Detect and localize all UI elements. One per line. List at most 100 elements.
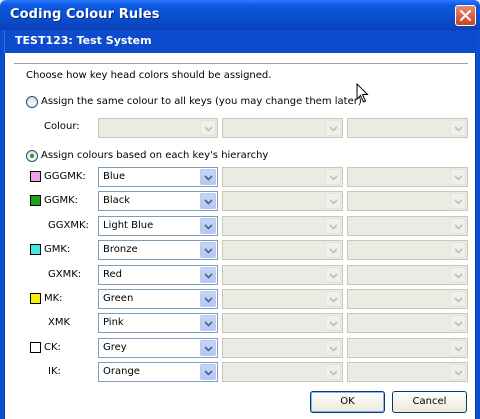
hierarchy-row-label: MK: <box>44 293 63 304</box>
dropdown-arrow[interactable] <box>325 340 341 356</box>
dropdown-arrow[interactable] <box>450 315 466 331</box>
chevron-down-icon <box>204 321 213 327</box>
dropdown-arrow[interactable] <box>325 242 341 258</box>
hierarchy-colour-select-disabled[interactable] <box>347 191 468 211</box>
colour-select-1[interactable] <box>98 118 218 138</box>
hierarchy-colour-select-disabled[interactable] <box>222 216 343 236</box>
hierarchy-colour-select[interactable]: Grey <box>98 338 218 358</box>
dropdown-arrow[interactable] <box>450 218 466 234</box>
radio-hierarchy-label[interactable]: Assign colours based on each key's hiera… <box>41 150 268 161</box>
hierarchy-colour-select-disabled[interactable] <box>222 167 343 187</box>
hierarchy-row-label: IK: <box>48 366 61 377</box>
hierarchy-colour-select-disabled[interactable] <box>347 167 468 187</box>
chevron-down-icon <box>204 175 213 181</box>
dropdown-arrow[interactable] <box>200 218 216 234</box>
colour-select-3[interactable] <box>347 118 468 138</box>
hierarchy-row-label: GGMK: <box>44 195 79 206</box>
colour-select-2[interactable] <box>222 118 343 138</box>
dropdown-arrow[interactable] <box>450 169 466 185</box>
chevron-down-icon <box>204 273 213 279</box>
selected-colour-value: Red <box>103 269 122 280</box>
selected-colour-value: Green <box>103 293 134 304</box>
hierarchy-colour-select-disabled[interactable] <box>222 362 343 382</box>
dropdown-arrow[interactable] <box>325 364 341 380</box>
dropdown-arrow[interactable] <box>200 120 216 136</box>
hierarchy-colour-select[interactable]: Pink <box>98 313 218 333</box>
colour-swatch <box>30 195 41 206</box>
hierarchy-colour-select-disabled[interactable] <box>347 289 468 309</box>
radio-same-colour-label[interactable]: Assign the same colour to all keys (you … <box>41 96 362 107</box>
dropdown-arrow[interactable] <box>450 193 466 209</box>
cancel-button[interactable]: Cancel <box>392 391 467 413</box>
dropdown-arrow[interactable] <box>325 120 341 136</box>
hierarchy-colour-select-disabled[interactable] <box>347 338 468 358</box>
chevron-down-icon <box>329 370 338 376</box>
dropdown-arrow[interactable] <box>200 315 216 331</box>
dropdown-arrow[interactable] <box>200 340 216 356</box>
hierarchy-colour-select-disabled[interactable] <box>347 216 468 236</box>
hierarchy-colour-select-disabled[interactable] <box>222 338 343 358</box>
hierarchy-colour-select-disabled[interactable] <box>222 191 343 211</box>
chevron-down-icon <box>454 273 463 279</box>
hierarchy-colour-select-disabled[interactable] <box>347 362 468 382</box>
chevron-down-icon <box>454 248 463 254</box>
hierarchy-row-label: GGGMK: <box>44 171 86 182</box>
chevron-down-icon <box>329 346 338 352</box>
dropdown-arrow[interactable] <box>200 169 216 185</box>
hierarchy-colour-select-disabled[interactable] <box>347 240 468 260</box>
mouse-cursor-icon <box>356 83 369 103</box>
chevron-down-icon <box>329 297 338 303</box>
radio-same-colour[interactable] <box>26 96 38 108</box>
hierarchy-colour-select[interactable]: Blue <box>98 167 218 187</box>
title-bar[interactable]: Coding Colour Rules <box>0 0 480 30</box>
colour-label: Colour: <box>44 121 80 132</box>
selected-colour-value: Light Blue <box>103 220 154 231</box>
radio-hierarchy[interactable] <box>26 150 38 162</box>
dropdown-arrow[interactable] <box>450 291 466 307</box>
selected-colour-value: Pink <box>103 317 124 328</box>
dropdown-arrow[interactable] <box>200 193 216 209</box>
hierarchy-colour-select[interactable]: Orange <box>98 362 218 382</box>
hierarchy-colour-select-disabled[interactable] <box>347 265 468 285</box>
hierarchy-colour-select-disabled[interactable] <box>222 289 343 309</box>
dropdown-arrow[interactable] <box>450 242 466 258</box>
hierarchy-colour-select-disabled[interactable] <box>222 240 343 260</box>
chevron-down-icon <box>204 248 213 254</box>
hierarchy-colour-select[interactable]: Red <box>98 265 218 285</box>
chevron-down-icon <box>454 321 463 327</box>
dropdown-arrow[interactable] <box>450 340 466 356</box>
dropdown-arrow[interactable] <box>200 267 216 283</box>
hierarchy-colour-select[interactable]: Bronze <box>98 240 218 260</box>
hierarchy-colour-select[interactable]: Light Blue <box>98 216 218 236</box>
hierarchy-colour-select-disabled[interactable] <box>222 265 343 285</box>
hierarchy-colour-select-disabled[interactable] <box>222 313 343 333</box>
dropdown-arrow[interactable] <box>450 267 466 283</box>
dropdown-arrow[interactable] <box>200 364 216 380</box>
chevron-down-icon <box>204 199 213 205</box>
hierarchy-row-label: GGXMK: <box>48 220 89 231</box>
dropdown-arrow[interactable] <box>325 267 341 283</box>
chevron-down-icon <box>454 175 463 181</box>
dropdown-arrow[interactable] <box>450 120 466 136</box>
close-button[interactable] <box>455 5 476 26</box>
hierarchy-colour-select[interactable]: Green <box>98 289 218 309</box>
dropdown-arrow[interactable] <box>200 242 216 258</box>
chevron-down-icon <box>204 346 213 352</box>
dropdown-arrow[interactable] <box>325 193 341 209</box>
dropdown-arrow[interactable] <box>325 169 341 185</box>
chevron-down-icon <box>329 199 338 205</box>
dropdown-arrow[interactable] <box>325 315 341 331</box>
hierarchy-row-label: CK: <box>44 342 61 353</box>
dropdown-arrow[interactable] <box>200 291 216 307</box>
chevron-down-icon <box>454 370 463 376</box>
hierarchy-colour-select-disabled[interactable] <box>347 313 468 333</box>
dropdown-arrow[interactable] <box>325 218 341 234</box>
hierarchy-colour-select[interactable]: Black <box>98 191 218 211</box>
window-frame-right <box>476 30 480 419</box>
colour-swatch <box>30 342 41 353</box>
selected-colour-value: Blue <box>103 171 126 182</box>
dropdown-arrow[interactable] <box>325 291 341 307</box>
dropdown-arrow[interactable] <box>450 364 466 380</box>
ok-button[interactable]: OK <box>310 391 385 413</box>
chevron-down-icon <box>329 273 338 279</box>
